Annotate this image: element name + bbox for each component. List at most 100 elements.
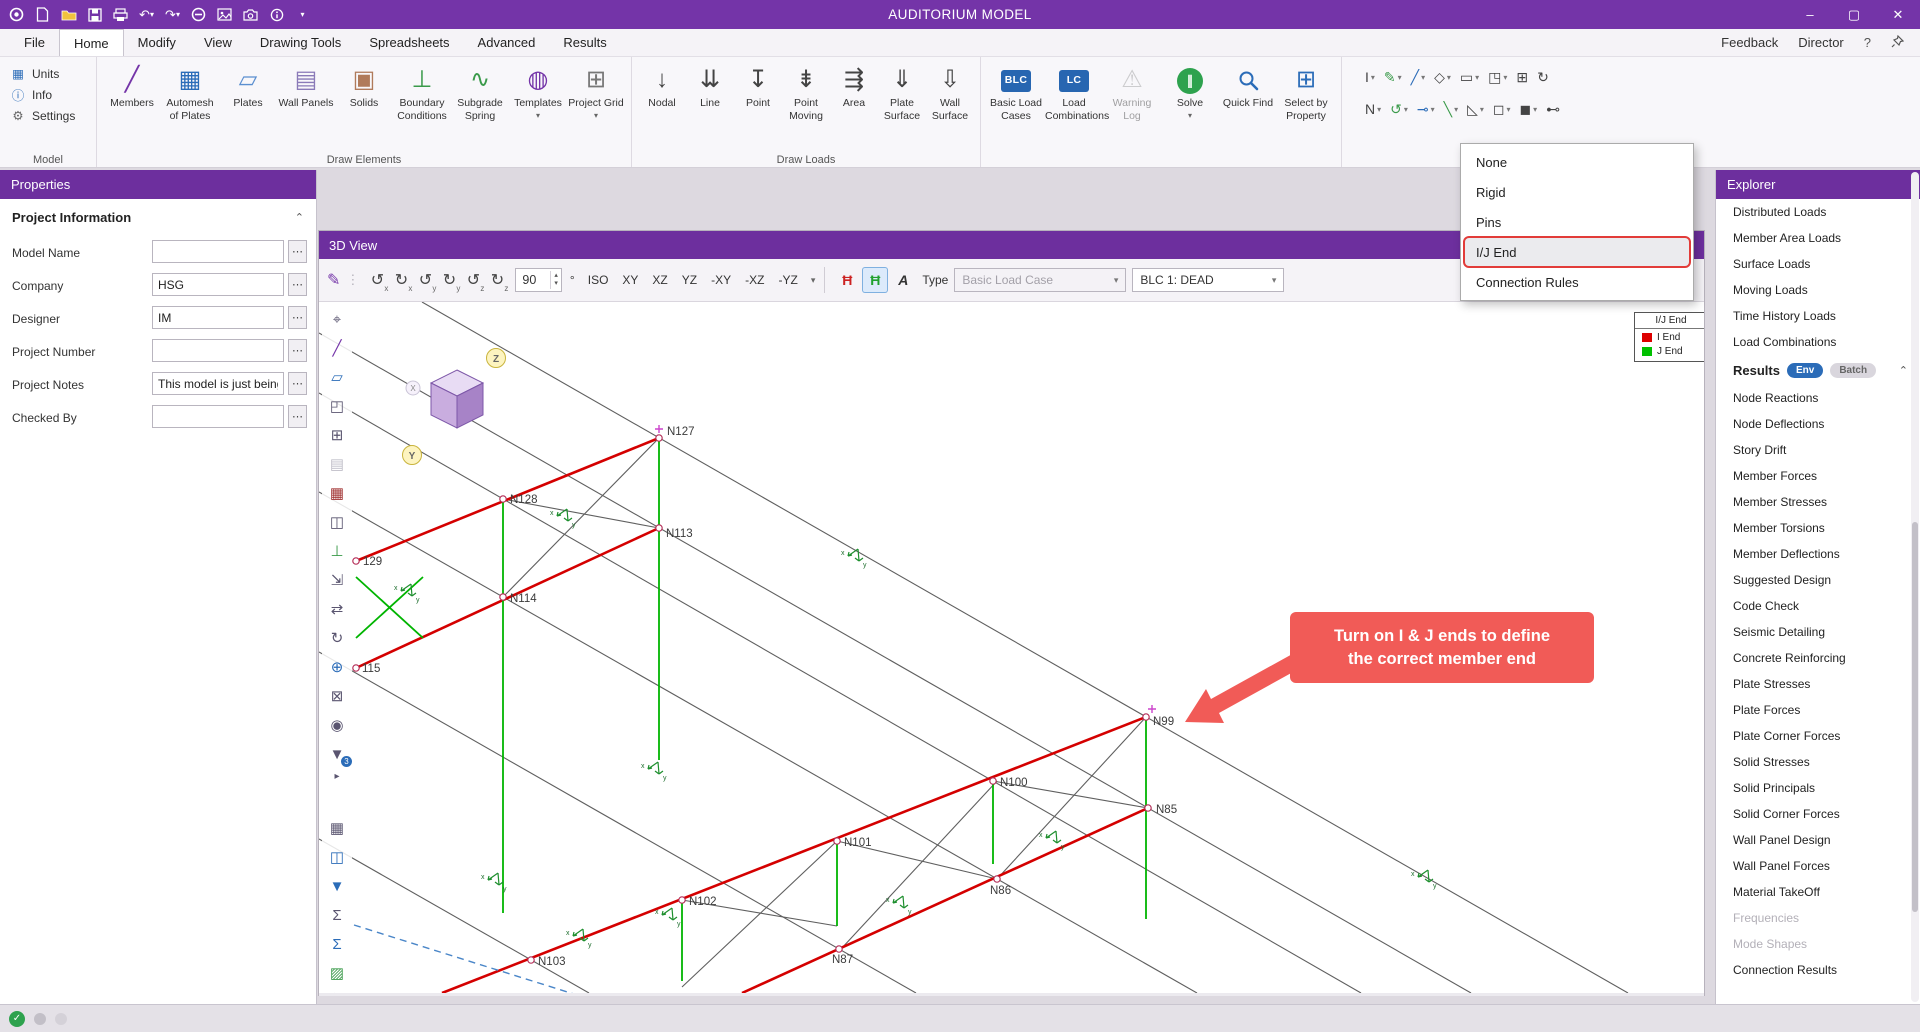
model-member-line[interactable]: [319, 652, 916, 993]
explorer-item-member-deflections[interactable]: Member Deflections: [1716, 541, 1920, 567]
explorer-item-member-torsions[interactable]: Member Torsions: [1716, 515, 1920, 541]
tab-drawing-tools[interactable]: Drawing Tools: [246, 29, 355, 56]
view-yz-button[interactable]: YZ: [675, 269, 704, 291]
model-member-line[interactable]: [319, 492, 1197, 993]
save-button[interactable]: [86, 6, 103, 23]
view-xy-button[interactable]: -XY: [704, 269, 738, 291]
new-file-button[interactable]: [34, 6, 51, 23]
templates-button[interactable]: ◍Templates▾: [509, 60, 567, 150]
rotate-y-button-2[interactable]: ↺y: [413, 267, 437, 293]
contour-tool[interactable]: ▨: [324, 960, 350, 986]
point-moving-button[interactable]: ⇟Point Moving: [782, 60, 830, 150]
basic-load-cases-button[interactable]: BLCBasic Load Cases: [987, 60, 1045, 150]
tab-results[interactable]: Results: [549, 29, 620, 56]
rotate-x-button-1[interactable]: ↻x: [389, 267, 413, 293]
add-element-tool[interactable]: ⊕: [324, 654, 350, 680]
draw-plate-tool[interactable]: ▱: [324, 364, 350, 390]
checked-by-browse-button[interactable]: ⋯: [288, 405, 307, 428]
wall-panels-button[interactable]: ▤Wall Panels: [277, 60, 335, 150]
lock-tool[interactable]: ⊠: [324, 683, 350, 709]
undo-button[interactable]: ↶▾: [138, 6, 155, 23]
view-xy-button[interactable]: XY: [615, 269, 645, 291]
company-browse-button[interactable]: ⋯: [288, 273, 307, 296]
model-member-line[interactable]: [442, 717, 1146, 993]
wall-surface-button[interactable]: ⇩Wall Surface: [926, 60, 974, 150]
subgrade-spring-button[interactable]: ∿Subgrade Spring: [451, 60, 509, 150]
results-filter-tool[interactable]: ▼: [324, 873, 350, 899]
tab-advanced[interactable]: Advanced: [464, 29, 550, 56]
explorer-item-code-check[interactable]: Code Check: [1716, 593, 1920, 619]
explorer-item-load-combinations[interactable]: Load Combinations: [1716, 329, 1920, 355]
refresh-tool[interactable]: ↻: [1534, 64, 1552, 90]
explorer-item-solid-stresses[interactable]: Solid Stresses: [1716, 749, 1920, 775]
explorer-item-moving-loads[interactable]: Moving Loads: [1716, 277, 1920, 303]
node-marker[interactable]: [990, 778, 996, 784]
node-tool[interactable]: N▾: [1362, 96, 1384, 122]
node-marker[interactable]: [353, 558, 359, 564]
explorer-item-node-reactions[interactable]: Node Reactions: [1716, 385, 1920, 411]
feedback-link[interactable]: Feedback: [1721, 35, 1778, 50]
menu-item-i-j-end[interactable]: I/J End: [1465, 238, 1689, 266]
model-member-line[interactable]: [742, 808, 1148, 993]
restore-button[interactable]: ▢: [1832, 0, 1876, 29]
pin-ribbon-icon[interactable]: [1891, 35, 1904, 51]
node-marker[interactable]: [656, 435, 662, 441]
plate-surface-button[interactable]: ⇓Plate Surface: [878, 60, 926, 150]
camera-button[interactable]: [242, 6, 259, 23]
explorer-item-solid-principals[interactable]: Solid Principals: [1716, 775, 1920, 801]
project-information-section[interactable]: Project Information ⌃: [0, 199, 316, 236]
results-spreadsheet-tool[interactable]: ▦: [324, 815, 350, 841]
explorer-item-connection-results[interactable]: Connection Results: [1716, 957, 1920, 983]
model-member-line[interactable]: [319, 839, 589, 993]
field-cursor-tool[interactable]: I▾: [1362, 64, 1378, 90]
explorer-item-plate-stresses[interactable]: Plate Stresses: [1716, 671, 1920, 697]
model-name-browse-button[interactable]: ⋯: [288, 240, 307, 263]
load-type-select[interactable]: Basic Load Case▾: [954, 268, 1126, 292]
rotation-angle-spinner[interactable]: 90 ▴▾: [515, 268, 562, 292]
i-end-display-toggle[interactable]: Ħ: [834, 267, 860, 293]
copy-region-tool[interactable]: ◳▾: [1485, 64, 1510, 90]
spreadsheet-view-tool[interactable]: ▦: [324, 480, 350, 506]
tab-modify[interactable]: Modify: [124, 29, 190, 56]
remove-button[interactable]: [190, 6, 207, 23]
project-number-browse-button[interactable]: ⋯: [288, 339, 307, 362]
explorer-item-material-takeoff[interactable]: Material TakeOff: [1716, 879, 1920, 905]
expand-more-2[interactable]: ▸: [324, 989, 350, 993]
box-select-tool[interactable]: ▭▾: [1457, 64, 1482, 90]
explorer-item-node-deflections[interactable]: Node Deflections: [1716, 411, 1920, 437]
rotate-view-tool[interactable]: ↺▾: [1387, 96, 1411, 122]
designer-browse-button[interactable]: ⋯: [288, 306, 307, 329]
minimize-button[interactable]: –: [1788, 0, 1832, 29]
line-button[interactable]: ⇊Line: [686, 60, 734, 150]
boundary-condition-tool[interactable]: ⊥: [324, 538, 350, 564]
units-button[interactable]: ▦Units: [6, 63, 90, 84]
image-capture-button[interactable]: [216, 6, 233, 23]
axis-z-label[interactable]: Z: [493, 354, 499, 365]
boundary-conditions-button[interactable]: ⊥Boundary Conditions: [393, 60, 451, 150]
project-notes-browse-button[interactable]: ⋯: [288, 372, 307, 395]
horizontal-scrollbar[interactable]: [319, 993, 1704, 996]
explorer-scrollbar-thumb[interactable]: [1912, 522, 1918, 912]
model-member-line[interactable]: [682, 841, 837, 987]
explorer-item-distributed-loads[interactable]: Distributed Loads: [1716, 199, 1920, 225]
explorer-scrollbar[interactable]: [1911, 172, 1919, 1002]
edit-mode-icon[interactable]: ✎: [327, 270, 340, 290]
explorer-item-plate-forces[interactable]: Plate Forces: [1716, 697, 1920, 723]
rotate-z-button-4[interactable]: ↺z: [461, 267, 485, 293]
rotation-angle-value[interactable]: 90: [516, 273, 550, 287]
expand-more[interactable]: ▸: [324, 770, 350, 783]
quick-access-caret-icon[interactable]: ▾: [294, 6, 311, 23]
selection-tool[interactable]: ⌖: [324, 306, 350, 332]
visibility-tool[interactable]: ◉: [324, 712, 350, 738]
nodal-button[interactable]: ↓Nodal: [638, 60, 686, 150]
project-notes-input[interactable]: [152, 372, 284, 395]
rotate-tool[interactable]: ↻: [324, 625, 350, 651]
project-grid-button[interactable]: ⊞Project Grid▾: [567, 60, 625, 150]
explorer-item-suggested-design[interactable]: Suggested Design: [1716, 567, 1920, 593]
view-xz-button[interactable]: -XZ: [738, 269, 771, 291]
menu-item-rigid[interactable]: Rigid: [1461, 177, 1693, 207]
node-marker[interactable]: [994, 876, 1000, 882]
warning-log-button[interactable]: ⚠Warning Log: [1103, 60, 1161, 150]
j-end-display-toggle[interactable]: Ħ: [862, 267, 888, 293]
explorer-item-wall-panel-forces[interactable]: Wall Panel Forces: [1716, 853, 1920, 879]
